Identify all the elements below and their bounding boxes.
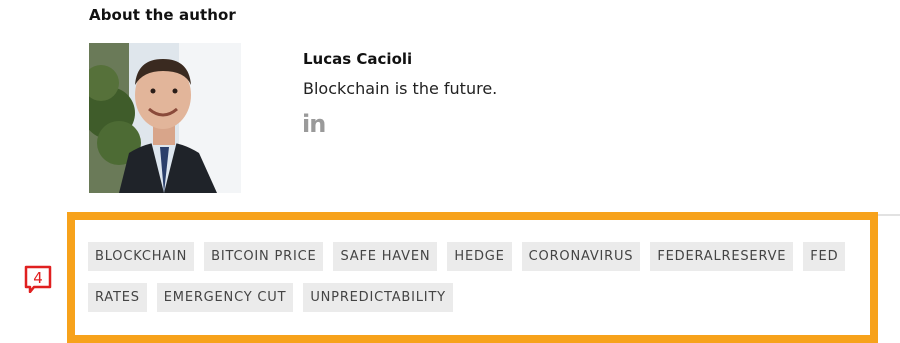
tag-federalreserve[interactable]: FEDERALRESERVE [650,242,794,271]
tag-rates[interactable]: RATES [88,283,147,312]
tag-fed[interactable]: FED [803,242,846,271]
annotation-label: 4 [33,269,43,287]
linkedin-icon[interactable]: in [302,112,326,136]
tag-blockchain[interactable]: BLOCKCHAIN [88,242,195,271]
tag-coronavirus[interactable]: CORONAVIRUS [521,242,641,271]
tag-hedge[interactable]: HEDGE [447,242,512,271]
annotation-badge: 4 [24,265,52,294]
tag-emergency-cut[interactable]: EMERGENCY CUT [156,283,294,312]
section-title: About the author [89,6,236,24]
tag-list: BLOCKCHAIN BITCOIN PRICE SAFE HAVEN HEDG… [88,242,868,312]
tag-bitcoin-price[interactable]: BITCOIN PRICE [204,242,324,271]
tags-highlight-box: BLOCKCHAIN BITCOIN PRICE SAFE HAVEN HEDG… [67,212,878,343]
author-bio: Blockchain is the future. [303,79,498,98]
author-name: Lucas Cacioli [303,50,413,68]
tag-safe-haven[interactable]: SAFE HAVEN [333,242,438,271]
tag-unpredictability[interactable]: UNPREDICTABILITY [303,283,453,312]
author-photo [89,43,241,193]
